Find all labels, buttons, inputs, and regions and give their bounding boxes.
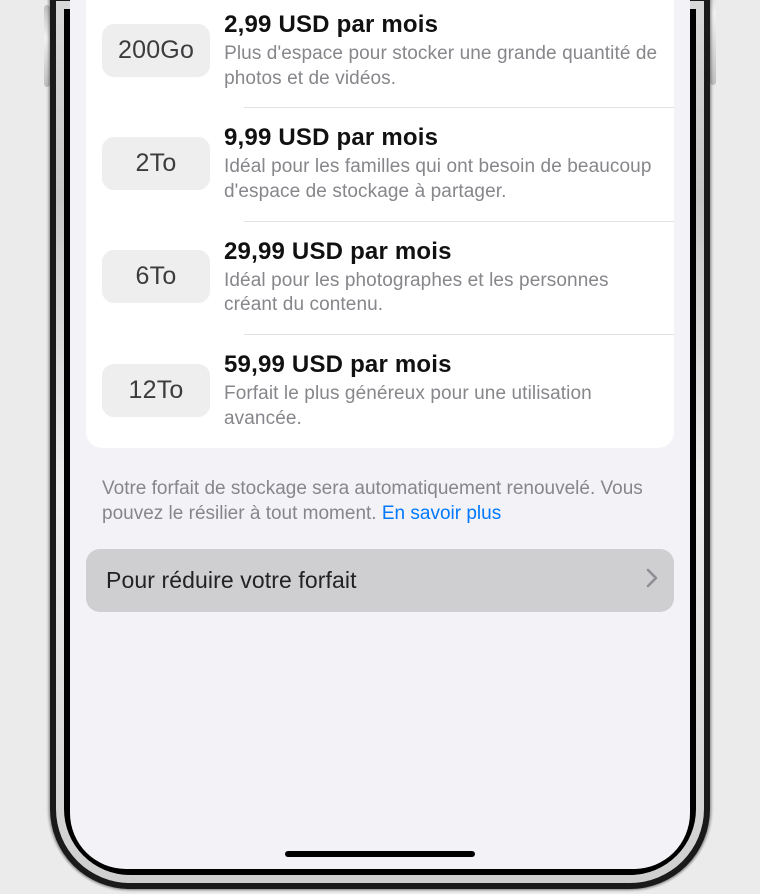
side-button <box>710 0 716 85</box>
plan-price: 59,99 USD par mois <box>224 351 658 379</box>
plan-price: 9,99 USD par mois <box>224 124 658 152</box>
plan-price: 29,99 USD par mois <box>224 238 658 266</box>
reduce-plan-label: Pour réduire votre forfait <box>106 567 357 594</box>
renewal-footnote: Votre forfait de stockage sera automatiq… <box>102 476 658 527</box>
plan-row[interactable]: 2To 9,99 USD par mois Idéal pour les fam… <box>86 108 674 220</box>
home-indicator[interactable] <box>285 851 475 857</box>
plan-size-badge: 12To <box>102 364 210 417</box>
plan-size-badge: 200Go <box>102 24 210 77</box>
plan-row[interactable]: 12To 59,99 USD par mois Forfait le plus … <box>86 335 674 447</box>
phone-frame: 200Go 2,99 USD par mois Plus d'espace po… <box>50 0 710 889</box>
plan-size-badge: 2To <box>102 137 210 190</box>
plan-desc: Idéal pour les familles qui ont besoin d… <box>224 155 658 204</box>
plan-desc: Plus d'espace pour stocker une grande qu… <box>224 42 658 91</box>
plan-desc: Forfait le plus généreux pour une utilis… <box>224 382 658 431</box>
plan-desc: Idéal pour les photographes et les perso… <box>224 269 658 318</box>
learn-more-link[interactable]: En savoir plus <box>382 503 501 524</box>
chevron-right-icon <box>646 568 658 593</box>
footnote-text: Votre forfait de stockage sera automatiq… <box>102 478 643 525</box>
plan-size-badge: 6To <box>102 250 210 303</box>
plan-row[interactable]: 6To 29,99 USD par mois Idéal pour les ph… <box>86 222 674 334</box>
screen: 200Go 2,99 USD par mois Plus d'espace po… <box>70 0 690 869</box>
reduce-plan-button[interactable]: Pour réduire votre forfait <box>86 549 674 612</box>
plans-card: 200Go 2,99 USD par mois Plus d'espace po… <box>86 0 674 448</box>
plan-row[interactable]: 200Go 2,99 USD par mois Plus d'espace po… <box>86 0 674 107</box>
plan-price: 2,99 USD par mois <box>224 11 658 39</box>
